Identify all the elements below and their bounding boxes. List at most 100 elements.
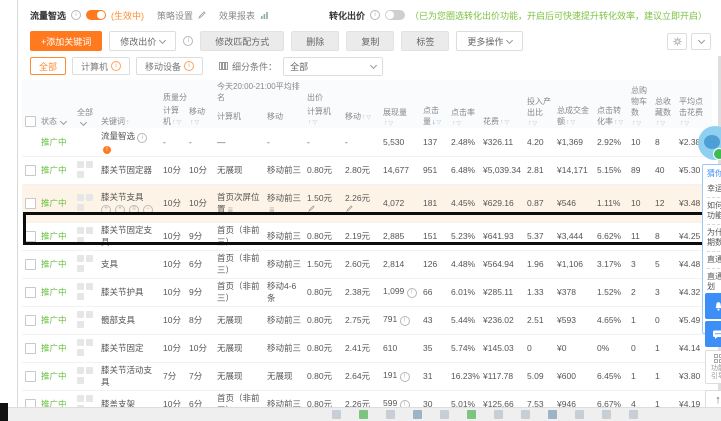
cell-cart-adds: 2 bbox=[628, 278, 653, 307]
row-checkbox[interactable] bbox=[25, 230, 36, 242]
taskbar-icon[interactable] bbox=[494, 410, 503, 419]
cell-cart-adds: 1 bbox=[628, 362, 653, 391]
tab-all[interactable]: 全部 bbox=[30, 57, 67, 75]
row-checkbox[interactable] bbox=[25, 314, 36, 326]
column-metric-3[interactable]: 花费↑▽ bbox=[480, 80, 525, 128]
row-checkbox[interactable] bbox=[25, 342, 36, 354]
keyword-action-icons[interactable]: + • ≡ − bbox=[101, 205, 157, 215]
row-checkbox[interactable] bbox=[25, 286, 36, 298]
chat-button[interactable] bbox=[705, 321, 721, 347]
taskbar-icon[interactable] bbox=[602, 410, 611, 419]
column-metric-9[interactable]: 平均点击花费↑▽ bbox=[676, 80, 713, 128]
cell-favorites: 1 bbox=[652, 362, 677, 391]
modify-bid-dropdown[interactable]: 修改出价 bbox=[109, 31, 177, 51]
delete-button[interactable]: 删除 bbox=[291, 31, 340, 51]
cell-bid-mobile[interactable]: 2.26元 bbox=[342, 184, 381, 223]
subcolumn-quality-pc[interactable]: 计算机↑▽ bbox=[160, 104, 186, 128]
select-all-checkbox[interactable] bbox=[25, 116, 36, 127]
column-keyword[interactable]: 关键词↑ bbox=[98, 80, 160, 128]
keyword-text: 膝关节固定 bbox=[101, 343, 144, 353]
notification-button[interactable] bbox=[705, 293, 721, 319]
subcolumn-bid-mobile[interactable]: 移动↑▽ bbox=[342, 104, 381, 128]
cell-checkbox[interactable] bbox=[22, 184, 38, 223]
group-quality-score: 质量分 bbox=[160, 80, 214, 104]
table-row: 推广中 膝关节支具 + • ≡ −10分 10分 首页次屏位置 ≣ 移动前三≣ 1.50元 2.26元… bbox=[22, 184, 713, 223]
column-metric-4[interactable]: 投入产出比↑▽ bbox=[524, 80, 555, 128]
info-icon[interactable]: i bbox=[71, 10, 82, 20]
help-suggestion-item[interactable]: 直通车推 广… bbox=[707, 251, 721, 268]
taskbar-icon[interactable] bbox=[359, 410, 368, 419]
column-metric-1[interactable]: 点击量↓▽ bbox=[420, 80, 449, 128]
topbar: 流量智选 i (生效中) 策略设置 效果报表 转化出价 i （已为您圈选转化出价… bbox=[30, 6, 707, 24]
help-suggestion-item[interactable]: 如何申请 图片功能 bbox=[707, 197, 721, 224]
settings-button[interactable] bbox=[667, 32, 687, 50]
modify-match-button[interactable]: 修改匹配方式 bbox=[200, 31, 285, 51]
tag-button[interactable]: 标签 bbox=[401, 31, 450, 51]
help-suggestion-item[interactable]: 幸运20… bbox=[707, 181, 721, 197]
help-suggestion-item[interactable]: 为什么… 习日期数 bbox=[707, 224, 721, 251]
cell-bid-mobile: - bbox=[342, 128, 381, 157]
column-match-filter[interactable]: 全部 bbox=[74, 80, 98, 128]
taskbar-icon[interactable] bbox=[440, 410, 449, 419]
taskbar-icon[interactable] bbox=[629, 410, 638, 419]
taskbar-icon[interactable] bbox=[521, 410, 530, 419]
column-metric-5[interactable]: 总成交金额↑▽ bbox=[554, 80, 595, 128]
tab-mobile[interactable]: 移动设备 i bbox=[136, 57, 204, 75]
cell-cvr: 1.52% bbox=[594, 278, 629, 307]
feature-guide-button[interactable]: 功能引导 bbox=[705, 350, 721, 384]
cell-checkbox[interactable] bbox=[22, 250, 38, 279]
cell-quality-pc: - bbox=[160, 128, 186, 157]
cell-rank-mobile: 无展现 bbox=[264, 362, 305, 391]
report-link[interactable]: 效果报表 bbox=[219, 9, 255, 22]
more-actions-dropdown[interactable]: 更多操作 bbox=[456, 31, 524, 51]
cell-checkbox[interactable] bbox=[22, 362, 38, 391]
row-checkbox[interactable] bbox=[25, 164, 36, 176]
cell-quality-pc: 10分 bbox=[160, 278, 186, 307]
tab-pc[interactable]: 计算机 i bbox=[72, 57, 131, 75]
column-metric-0[interactable]: 展现量↑▽ bbox=[380, 80, 421, 128]
column-status[interactable]: 状态 bbox=[38, 80, 74, 128]
segment-filter-select[interactable]: 全部 bbox=[283, 56, 384, 76]
taskbar-icon[interactable] bbox=[413, 410, 422, 419]
cell-roi: 4.20 bbox=[524, 128, 555, 157]
cell-checkbox[interactable] bbox=[22, 334, 38, 363]
taskbar-icon[interactable] bbox=[332, 410, 341, 419]
copy-button[interactable]: 复制 bbox=[346, 31, 395, 51]
taskbar-icon[interactable] bbox=[467, 410, 476, 419]
edit-pencil-icon[interactable] bbox=[308, 205, 315, 212]
taskbar-icon[interactable] bbox=[575, 410, 584, 419]
subcolumn-bid-pc[interactable]: 计算机↑▽ bbox=[304, 104, 343, 128]
column-metric-8[interactable]: 总收藏数↑▽ bbox=[652, 80, 677, 128]
row-checkbox[interactable] bbox=[25, 370, 36, 382]
edit-pencil-icon[interactable] bbox=[346, 205, 353, 212]
smart-traffic-toggle[interactable] bbox=[86, 10, 107, 20]
row-checkbox[interactable] bbox=[25, 197, 36, 209]
info-icon[interactable]: i bbox=[183, 36, 194, 46]
column-metric-2[interactable]: 点击率↑▽ bbox=[448, 80, 481, 128]
row-checkbox[interactable] bbox=[25, 258, 36, 270]
help-suggestion-item[interactable]: 直通车推 广计划 bbox=[707, 268, 721, 295]
collapse-button[interactable] bbox=[691, 32, 711, 50]
cell-match-icons bbox=[74, 250, 98, 279]
column-metric-7[interactable]: 总购物车数↑▽ bbox=[628, 80, 653, 128]
taskbar-icon[interactable] bbox=[548, 410, 557, 419]
add-keyword-button[interactable]: +添加关键词 bbox=[30, 31, 103, 51]
conversion-bid-toggle[interactable] bbox=[384, 10, 405, 20]
info-icon[interactable]: i bbox=[369, 10, 380, 20]
strategy-settings-link[interactable]: 策略设置 bbox=[157, 9, 193, 22]
cell-checkbox[interactable] bbox=[22, 222, 38, 251]
cell-bid-pc[interactable]: 1.50元 bbox=[304, 184, 343, 223]
cell-checkbox[interactable] bbox=[22, 306, 38, 335]
pencil-icon[interactable] bbox=[198, 11, 206, 19]
taskbar-icon[interactable] bbox=[386, 410, 395, 419]
cell-bid-pc: 1.50元 bbox=[304, 250, 343, 279]
table-row: 推广中 流量智选 i! - - — - - -5,530 137 2.48% ¥326.11 4.20… bbox=[22, 128, 713, 157]
subcolumn-quality-mobile[interactable]: 移动↑▽ bbox=[186, 104, 214, 128]
cell-quality-mobile: 9分 bbox=[186, 222, 214, 251]
cell-bid-pc: 0.80元 bbox=[304, 362, 343, 391]
cell-checkbox[interactable] bbox=[22, 156, 38, 185]
cell-bid-pc: 0.80元 bbox=[304, 222, 343, 251]
column-metric-6[interactable]: 点击转化率↑▽ bbox=[594, 80, 629, 128]
bar-chart-icon[interactable] bbox=[260, 11, 269, 20]
cell-checkbox[interactable] bbox=[22, 278, 38, 307]
